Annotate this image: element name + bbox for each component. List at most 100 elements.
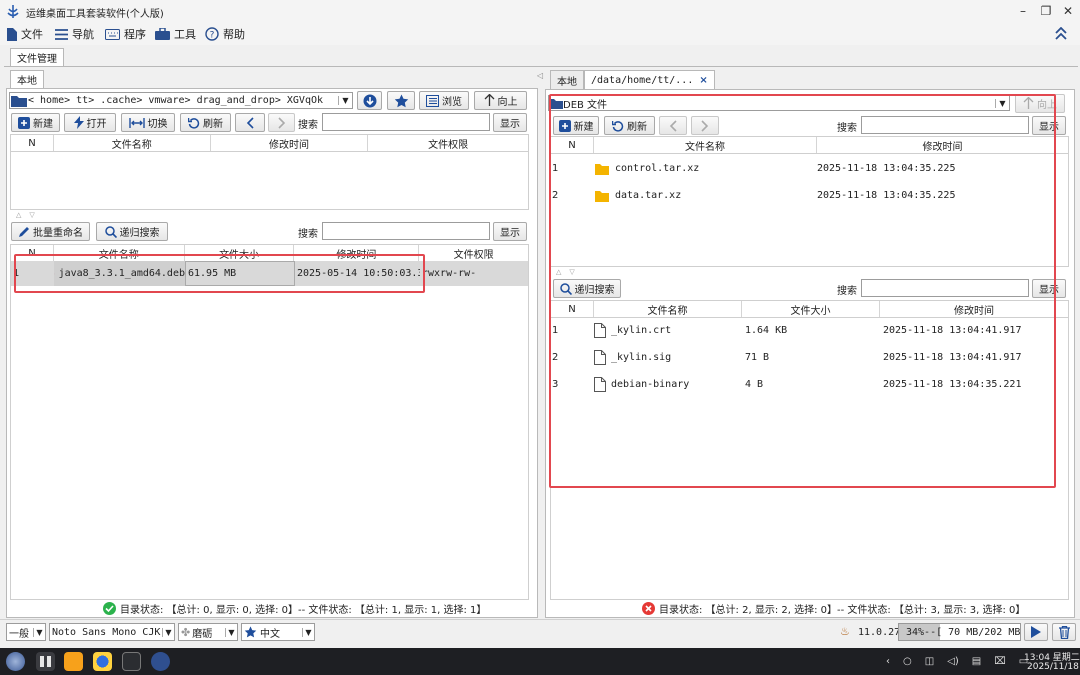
run-gc-button[interactable]	[1024, 623, 1048, 641]
error-circle-icon	[642, 602, 655, 615]
browser-app-icon[interactable]	[93, 652, 112, 671]
left-splitter-handle[interactable]: △ ▽	[10, 211, 35, 219]
font-select[interactable]: Noto Sans Mono CJK SC ▼	[49, 623, 175, 641]
left-search-input[interactable]	[322, 113, 490, 131]
left-search-label: 搜索	[298, 120, 318, 131]
search-icon	[104, 225, 117, 238]
dropdown-arrow-icon[interactable]: ▼	[225, 627, 237, 637]
left-open-button[interactable]: 打开	[64, 113, 116, 132]
left-path-combobox[interactable]: < home> tt> .cache> vmware> drag_and_dro…	[9, 92, 353, 109]
chevron-right-icon	[277, 116, 285, 129]
collapse-chevrons-icon[interactable]	[1055, 27, 1067, 40]
left-new-button[interactable]: 新建	[11, 113, 60, 132]
scroll-tabs-left-icon[interactable]: ◁	[537, 71, 543, 80]
tray-screenshot-icon[interactable]: ◫	[925, 656, 934, 667]
tab-divider	[4, 66, 1078, 67]
theme-value: 磨砺	[192, 628, 213, 640]
download-circle-icon	[363, 94, 376, 107]
file-permissions: rwxrw-rw-	[422, 268, 477, 279]
tray-expand-icon[interactable]: ‹	[886, 656, 890, 667]
menu-tools-label: 工具	[174, 28, 196, 41]
column-header[interactable]: 文件权限	[419, 245, 528, 261]
left-back-button[interactable]	[235, 113, 265, 132]
java-version: 11.0.27	[858, 627, 901, 638]
java-icon: ♨	[840, 625, 850, 638]
plus-square-icon	[18, 116, 30, 129]
list-view-icon	[426, 94, 439, 107]
language-select[interactable]: 中文 ▼	[241, 623, 315, 641]
left-recursive-search-label: 递归搜索	[119, 228, 160, 239]
dropdown-arrow-icon[interactable]: ▼	[302, 627, 314, 637]
tray-volume-icon[interactable]: ◁)	[947, 656, 959, 667]
mode-select[interactable]: 一般 ▼	[6, 623, 46, 641]
trash-icon	[1058, 625, 1070, 639]
left-bottom-show-button[interactable]: 显示	[493, 222, 527, 241]
multitask-view-icon[interactable]	[36, 652, 55, 671]
file-manager-app-icon[interactable]	[64, 652, 83, 671]
pencil-icon	[19, 226, 29, 237]
menu-file[interactable]: 文件	[6, 25, 43, 43]
column-header[interactable]: N	[11, 135, 54, 151]
taskbar-date[interactable]: 2025/11/18	[1027, 662, 1079, 672]
dropdown-arrow-icon[interactable]: ▼	[338, 96, 352, 105]
theme-select[interactable]: ✤ 磨砺 ▼	[178, 623, 238, 641]
memory-progress-bar: 34%--[ 70 MB/202 MB ]	[898, 623, 1021, 641]
left-forward-button[interactable]	[268, 113, 295, 132]
menu-list-icon	[55, 28, 68, 40]
language-value: 中文	[260, 628, 280, 640]
help-icon: ?	[205, 27, 219, 41]
left-switch-button[interactable]: 切换	[121, 113, 175, 132]
dropdown-arrow-icon[interactable]: ▼	[33, 627, 45, 637]
menu-navigate-label: 导航	[72, 28, 94, 41]
left-tab-local[interactable]: 本地	[10, 70, 44, 88]
menu-help[interactable]: ? 帮助	[205, 25, 245, 43]
close-tab-icon[interactable]: ×	[699, 75, 707, 86]
keyboard-icon	[105, 28, 120, 40]
highlight-box	[14, 254, 425, 293]
left-batch-rename-label: 批量重命名	[33, 228, 83, 239]
tab-file-manager[interactable]: 文件管理	[10, 48, 64, 66]
file-icon	[7, 27, 17, 41]
column-header[interactable]: 文件权限	[368, 135, 528, 151]
close-button[interactable]: ✕	[1057, 3, 1079, 20]
left-new-label: 新建	[33, 119, 53, 130]
left-up-button[interactable]: 向上	[474, 91, 527, 110]
dropdown-arrow-icon[interactable]: ▼	[162, 627, 174, 637]
left-download-button[interactable]	[357, 91, 382, 110]
left-batch-rename-button[interactable]: 批量重命名	[11, 222, 90, 241]
left-bookmark-button[interactable]	[387, 91, 415, 110]
left-recursive-search-button[interactable]: 递归搜索	[96, 222, 168, 241]
menu-program[interactable]: 程序	[105, 25, 146, 43]
mode-value: 一般	[9, 628, 29, 640]
left-browse-button[interactable]: 浏览	[419, 91, 469, 110]
tray-keyboard-icon[interactable]: ▤	[972, 656, 981, 667]
left-show-button[interactable]: 显示	[493, 113, 527, 132]
right-tab-remote[interactable]: /data/home/tt/... ×	[584, 70, 715, 89]
left-open-label: 打开	[86, 119, 107, 130]
star-icon	[394, 94, 408, 107]
highlight-box	[549, 94, 1056, 488]
app-logo-icon	[7, 5, 19, 18]
right-tab-local[interactable]: 本地	[550, 70, 584, 89]
restore-button[interactable]: ❐	[1035, 3, 1057, 20]
terminal-app-icon[interactable]	[122, 652, 141, 671]
left-refresh-button[interactable]: 刷新	[180, 113, 231, 132]
minimize-button[interactable]: –	[1012, 3, 1034, 20]
chevron-left-icon	[246, 116, 254, 129]
refresh-icon	[188, 117, 200, 129]
menu-navigate[interactable]: 导航	[55, 25, 94, 43]
tray-network-icon[interactable]: ⌧	[994, 656, 1006, 667]
ops-toolkit-app-icon[interactable]	[151, 652, 170, 671]
column-header[interactable]: 文件名称	[54, 135, 211, 151]
trash-button[interactable]	[1052, 623, 1076, 641]
star-icon	[244, 626, 257, 638]
left-bottom-search-input[interactable]	[322, 222, 490, 240]
memory-text: 34%--[ 70 MB/202 MB ]	[906, 627, 1021, 638]
tray-search-icon[interactable]: ○	[903, 656, 912, 667]
folder-open-icon	[11, 95, 27, 107]
column-header[interactable]: 修改时间	[211, 135, 369, 151]
font-value: Noto Sans Mono CJK SC	[52, 626, 162, 638]
menu-tools[interactable]: 工具	[155, 25, 196, 43]
left-up-label: 向上	[497, 97, 518, 108]
start-menu-icon[interactable]	[6, 652, 25, 671]
